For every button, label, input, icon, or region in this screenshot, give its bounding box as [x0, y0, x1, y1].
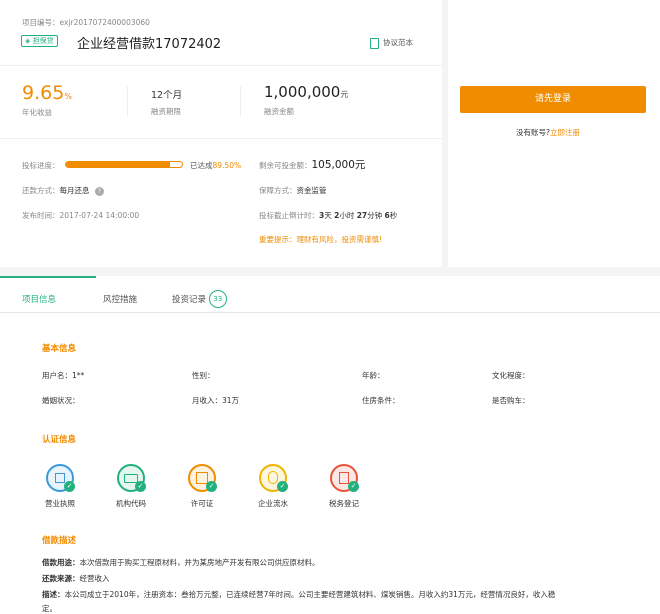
tabs-divider: [0, 312, 660, 313]
tab-active-indicator: [0, 276, 96, 278]
repay-method: 还款方式：每月还息 ?: [22, 185, 104, 196]
progress-status: 已达成89.50%: [190, 161, 242, 170]
cert-info-title: 认证信息: [42, 435, 77, 445]
progress-label: 投标进度：: [22, 161, 60, 170]
remain-amount: 剩余可投金额：105,000元: [259, 159, 366, 171]
guarantee-method: 保障方式：资金监管: [259, 186, 327, 195]
housing-field: 住房条件：: [362, 396, 400, 405]
tab-project-info[interactable]: 项目信息: [22, 293, 56, 305]
publish-time: 发布时间：2017-07-24 14:00:00: [22, 211, 140, 220]
permit-icon: ✓: [188, 464, 217, 492]
rate-label: 年化收益: [22, 108, 52, 117]
term-value: 12个月: [151, 90, 183, 101]
register-prompt: 没有账号?立即注册: [516, 128, 580, 137]
car-field: 是否购车：: [492, 396, 530, 405]
project-tag-wrap: ◈ 担保贷: [21, 35, 58, 47]
loan-purpose: 借款用途：本次借款用于购买工程原材料，并为某房地产开发有限公司供应原材料。: [42, 558, 320, 567]
invest-count-badge: 33: [208, 290, 227, 308]
document-icon: [370, 37, 379, 49]
tab-invest-records[interactable]: 投资记录 33: [172, 290, 227, 308]
info-icon[interactable]: ?: [94, 187, 104, 196]
gender-field: 性别：: [192, 371, 215, 380]
project-number: 项目编号：exjr2017072400003060: [22, 18, 150, 27]
guarantee-tag: ◈ 担保贷: [21, 35, 58, 47]
check-icon: ✓: [206, 481, 217, 492]
cert-org-code: ✓ 机构代码: [101, 464, 161, 509]
check-icon: ✓: [135, 481, 146, 492]
cert-bank-flow: ✓ 企业流水: [243, 464, 303, 509]
org-code-icon: ✓: [117, 464, 146, 492]
amount-value: 1,000,000元: [264, 83, 349, 101]
check-icon: ✓: [64, 481, 75, 492]
stats-divider-2: [240, 86, 241, 116]
basic-info-title: 基本信息: [42, 344, 77, 354]
term-label: 融资期限: [151, 107, 181, 116]
rate-value: 9.65%: [22, 82, 72, 104]
countdown: 投标截止倒计时：3天 2小时 27分钟 6秒: [259, 211, 398, 220]
cert-business-license: ✓ 营业执照: [30, 464, 90, 509]
tax-registration-icon: ✓: [330, 464, 359, 492]
login-card: 请先登录 没有账号?立即注册: [448, 0, 660, 267]
progress-bar: [65, 161, 183, 168]
amount-label: 融资金额: [264, 107, 294, 116]
shield-icon: ◈: [25, 37, 31, 45]
check-icon: ✓: [348, 481, 359, 492]
check-icon: ✓: [277, 481, 288, 492]
business-license-icon: ✓: [46, 464, 75, 492]
top-divider: [0, 65, 442, 66]
loan-description-cont: 定。: [42, 604, 57, 613]
progress-fill: [66, 162, 170, 167]
register-link[interactable]: 立即注册: [550, 128, 580, 137]
cert-permit: ✓ 许可证: [172, 464, 232, 509]
stats-divider-1: [127, 86, 128, 116]
cert-tax-registration: ✓ 税务登记: [314, 464, 374, 509]
agreement-link[interactable]: 协议范本: [370, 37, 413, 49]
repay-source: 还款来源：经营收入: [42, 574, 110, 583]
education-field: 文化程度：: [492, 371, 530, 380]
bank-flow-icon: ✓: [259, 464, 288, 492]
username-field: 用户名：1**: [42, 371, 85, 380]
loan-desc-title: 借款描述: [42, 536, 77, 546]
detail-card: 项目信息 风控措施 投资记录 33 基本信息 用户名：1** 性别： 年龄： 文…: [0, 276, 660, 614]
tab-risk-control[interactable]: 风控措施: [103, 293, 137, 305]
stats-divider: [0, 138, 442, 139]
age-field: 年龄：: [362, 371, 385, 380]
risk-notice: 重要提示：理财有风险，投资需谨慎!: [259, 235, 383, 244]
project-title: 企业经营借款17072402: [77, 37, 222, 52]
login-button[interactable]: 请先登录: [460, 86, 646, 113]
project-card: 项目编号：exjr2017072400003060 ◈ 担保贷 企业经营借款17…: [0, 0, 442, 267]
loan-description: 描述：本公司成立于2010年，注册资本：叁拾万元整，已连续经营7年时间。公司主要…: [42, 590, 556, 599]
income-field: 月收入：31万: [192, 396, 240, 405]
marital-field: 婚姻状况：: [42, 396, 80, 405]
